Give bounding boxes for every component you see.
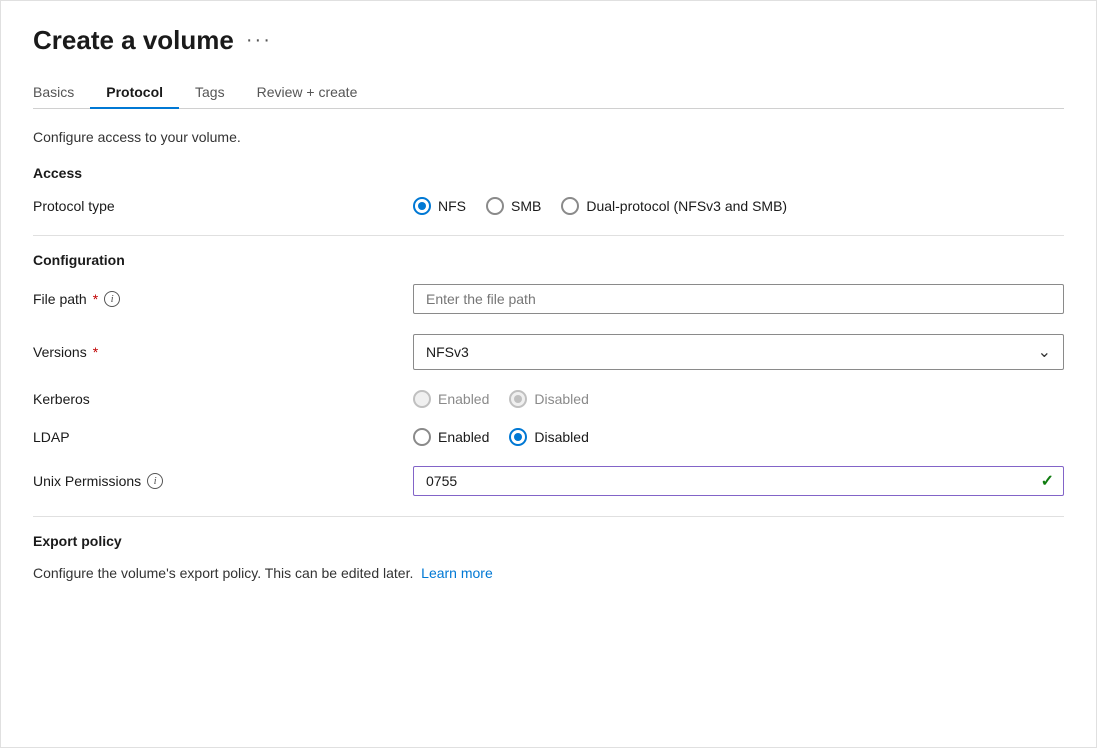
more-options-button[interactable]: ··· — [246, 29, 272, 52]
tab-tags[interactable]: Tags — [179, 76, 241, 108]
file-path-info-icon[interactable]: i — [104, 291, 120, 307]
ldap-enabled-radio[interactable] — [413, 428, 431, 446]
ldap-disabled-label: Disabled — [534, 429, 588, 445]
versions-selected-value: NFSv3 — [426, 344, 469, 360]
unix-permissions-valid-icon: ✓ — [1041, 471, 1054, 491]
tab-review-create[interactable]: Review + create — [241, 76, 374, 108]
page-title: Create a volume — [33, 25, 234, 56]
kerberos-enabled-label: Enabled — [438, 391, 489, 407]
file-path-required: * — [93, 291, 98, 307]
protocol-nfs-label: NFS — [438, 198, 466, 214]
protocol-nfs-option[interactable]: NFS — [413, 197, 466, 215]
ldap-radio-group: Enabled Disabled — [413, 428, 1064, 446]
page-description: Configure access to your volume. — [33, 129, 1064, 145]
tab-protocol[interactable]: Protocol — [90, 76, 179, 108]
protocol-dual-radio[interactable] — [561, 197, 579, 215]
unix-permissions-info-icon[interactable]: i — [147, 473, 163, 489]
unix-permissions-input[interactable] — [413, 466, 1064, 496]
file-path-input[interactable] — [413, 284, 1064, 314]
kerberos-disabled-option: Disabled — [509, 390, 588, 408]
file-path-label: File path — [33, 291, 87, 307]
ldap-disabled-radio[interactable] — [509, 428, 527, 446]
protocol-nfs-radio[interactable] — [413, 197, 431, 215]
versions-required: * — [93, 344, 98, 360]
protocol-smb-radio[interactable] — [486, 197, 504, 215]
protocol-smb-option[interactable]: SMB — [486, 197, 541, 215]
unix-permissions-wrapper: ✓ — [413, 466, 1064, 496]
kerberos-label: Kerberos — [33, 391, 90, 407]
ldap-enabled-option[interactable]: Enabled — [413, 428, 489, 446]
versions-chevron-icon: ⌄ — [1038, 342, 1051, 362]
versions-select[interactable]: NFSv3 ⌄ — [413, 334, 1064, 370]
kerberos-disabled-label: Disabled — [534, 391, 588, 407]
access-section-header: Access — [33, 165, 1064, 181]
tabs-row: Basics Protocol Tags Review + create — [33, 76, 1064, 109]
tab-basics[interactable]: Basics — [33, 76, 90, 108]
kerberos-disabled-radio — [509, 390, 527, 408]
versions-label: Versions — [33, 344, 87, 360]
ldap-disabled-option[interactable]: Disabled — [509, 428, 588, 446]
protocol-smb-label: SMB — [511, 198, 541, 214]
export-policy-section-header: Export policy — [33, 533, 1064, 549]
configuration-section-header: Configuration — [33, 252, 1064, 268]
protocol-type-label: Protocol type — [33, 198, 115, 214]
kerberos-radio-group: Enabled Disabled — [413, 390, 1064, 408]
export-policy-learn-more-link[interactable]: Learn more — [421, 565, 493, 581]
protocol-dual-label: Dual-protocol (NFSv3 and SMB) — [586, 198, 787, 214]
ldap-label: LDAP — [33, 429, 70, 445]
protocol-type-radio-group: NFS SMB Dual-protocol (NFSv3 and SMB) — [413, 197, 1064, 215]
versions-select-wrapper[interactable]: NFSv3 ⌄ — [413, 334, 1064, 370]
kerberos-enabled-option: Enabled — [413, 390, 489, 408]
protocol-dual-option[interactable]: Dual-protocol (NFSv3 and SMB) — [561, 197, 787, 215]
ldap-enabled-label: Enabled — [438, 429, 489, 445]
export-policy-description: Configure the volume's export policy. Th… — [33, 565, 1064, 581]
unix-permissions-label: Unix Permissions — [33, 473, 141, 489]
kerberos-enabled-radio — [413, 390, 431, 408]
